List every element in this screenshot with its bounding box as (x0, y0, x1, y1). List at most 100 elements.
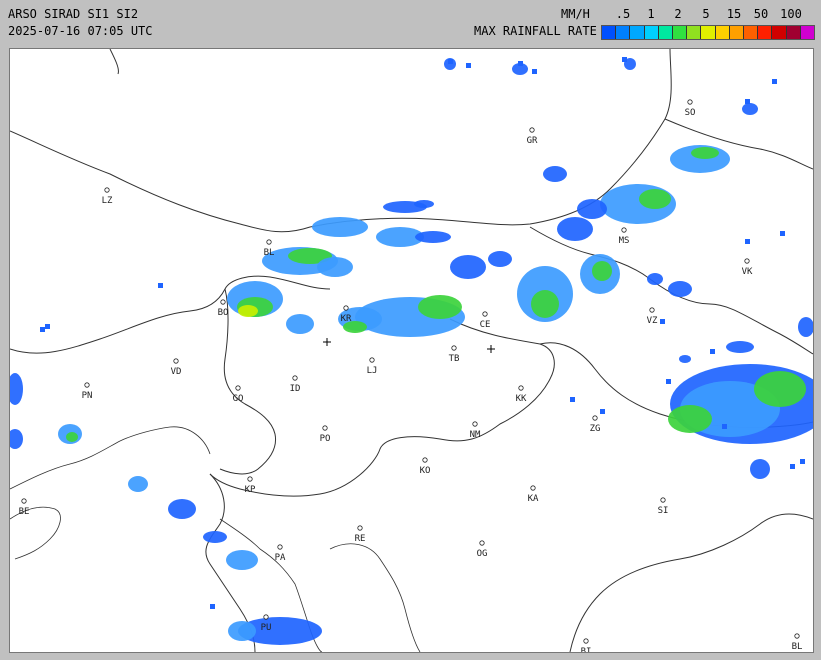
scale-label: 2 (674, 7, 682, 21)
radar-echo (679, 355, 691, 363)
place-label: BE (19, 507, 30, 517)
radar-echo-pixel (710, 349, 715, 354)
radar-source: ARSO SIRAD SI1 SI2 (8, 7, 139, 21)
color-scale-cell (616, 26, 631, 39)
radar-echo (128, 476, 148, 492)
radar-echo-pixel (745, 239, 750, 244)
place-marker (518, 385, 524, 391)
radar-echo (742, 103, 758, 115)
radar-echo-pixel (780, 231, 785, 236)
place-label: OG (477, 549, 488, 559)
radar-sites (323, 338, 495, 353)
place-label: LZ (102, 196, 113, 206)
place-label: BO (218, 308, 229, 318)
place-marker (482, 311, 488, 317)
radar-echo (66, 432, 78, 442)
units-label: MM/H (561, 7, 590, 21)
radar-echo-pixel (158, 283, 163, 288)
radar-echo-pixel (600, 409, 605, 414)
place-label: GR (527, 136, 538, 146)
radar-echo-pixel (45, 324, 50, 329)
place-label: VK (742, 267, 753, 277)
radar-echo (557, 217, 593, 241)
place-marker (479, 540, 485, 546)
scale-label: 100 (780, 7, 802, 21)
place-marker (292, 375, 298, 381)
place-label: PU (261, 623, 272, 633)
color-scale-cell (772, 26, 787, 39)
radar-echo (168, 499, 196, 519)
place-marker (247, 476, 253, 482)
place-label: BI (581, 647, 592, 652)
place-label: PN (82, 391, 93, 401)
place-marker (592, 415, 598, 421)
place-label: PO (320, 434, 331, 444)
radar-echo (238, 305, 258, 317)
place-label: KO (420, 466, 431, 476)
radar-echo (418, 295, 462, 319)
place-marker (263, 614, 269, 620)
place-marker (104, 187, 110, 193)
place-label: VD (171, 367, 182, 377)
radar-echo (10, 429, 23, 449)
place-marker (220, 299, 226, 305)
place-marker (649, 307, 655, 313)
color-scale-cell (602, 26, 617, 39)
radar-echo-pixel (448, 59, 453, 64)
radar-echo (592, 261, 612, 281)
radar-echo-pixel (772, 79, 777, 84)
timestamp: 2025-07-16 07:05 UTC (8, 24, 153, 38)
place-marker (687, 99, 693, 105)
color-scale-cell (715, 26, 730, 39)
radar-echo (488, 251, 512, 267)
radar-echo (531, 290, 559, 318)
radar-echo (691, 147, 719, 159)
radar-echo (203, 531, 227, 543)
color-scale-cell (701, 26, 716, 39)
place-marker (621, 227, 627, 233)
color-scale-cell (744, 26, 759, 39)
radar-echo (414, 200, 434, 208)
radar-echo-pixel (466, 63, 471, 68)
place-marker (369, 357, 375, 363)
color-scale-cell (644, 26, 659, 39)
scale-label: .5 (615, 7, 631, 21)
radar-echo-pixel (518, 61, 523, 66)
radar-echo (286, 314, 314, 334)
radar-echo-pixel (570, 397, 575, 402)
radar-echo (668, 405, 712, 433)
radar-echo-pixel (622, 57, 627, 62)
place-marker (744, 258, 750, 264)
place-label: PA (275, 553, 286, 563)
radar-map[interactable]: SO GR LZ BL VK MS BO KR CE VZ VD PN GO ID LJ TB KK PO NM ZG… (9, 48, 814, 653)
place-marker (660, 497, 666, 503)
place-marker (173, 358, 179, 364)
color-scale-cell (800, 26, 815, 39)
place-label: SO (685, 108, 696, 118)
country-borders (10, 49, 813, 652)
color-scale-cell (758, 26, 773, 39)
color-scale-cell (786, 26, 801, 39)
place-marker (472, 421, 478, 427)
header-title: ARSO SIRAD SI1 SI2 2025-07-16 07:05 UTC (8, 6, 153, 40)
radar-echo-pixel (210, 604, 215, 609)
place-marker (530, 485, 536, 491)
place-label: GO (233, 394, 244, 404)
scale-labels: .5 1 2 5 15 50 100 (601, 6, 813, 23)
radar-echo-pixel (790, 464, 795, 469)
color-scale-cell (729, 26, 745, 39)
place-marker (451, 345, 457, 351)
place-label: BL (264, 248, 275, 258)
radar-echo-pixel (40, 327, 45, 332)
place-marker (322, 425, 328, 431)
radar-echo (668, 281, 692, 297)
radar-echo (226, 550, 258, 570)
scale-label: 50 (753, 7, 769, 21)
radar-echo (415, 231, 451, 243)
scale-label: 5 (702, 7, 710, 21)
color-scale-cell (630, 26, 645, 39)
place-label: SI (658, 506, 669, 516)
rate-title: MAX RAINFALL RATE (474, 24, 597, 38)
place-label: ZG (590, 424, 601, 434)
place-marker (529, 127, 535, 133)
